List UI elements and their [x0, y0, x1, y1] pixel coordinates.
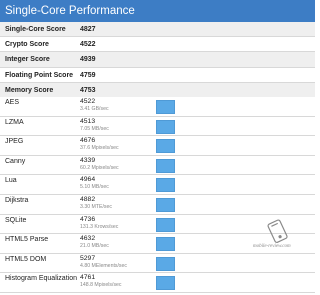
test-row-lzma: LZMA 4513 7.05 MB/sec: [0, 116, 315, 137]
score-bar: [156, 197, 175, 212]
summary-row-crypto: Crypto Score 4522: [0, 37, 315, 53]
summary-row-integer: Integer Score 4939: [0, 52, 315, 68]
section-title: Single-Core Performance: [5, 5, 135, 17]
summary-label: Crypto Score: [5, 41, 49, 49]
test-detail: 4.80 MElements/sec: [80, 262, 127, 269]
test-name: SQLite: [5, 216, 27, 224]
summary-value: 4522: [80, 41, 96, 49]
summary-table: Single-Core Score 4827 Crypto Score 4522…: [0, 22, 315, 98]
test-row-dijkstra: Dijkstra 4882 3.30 MTE/sec: [0, 194, 315, 215]
test-score: 4522: [80, 98, 96, 105]
test-row-aes: AES 4522 3.41 GB/sec: [0, 97, 315, 117]
test-name: JPEG: [5, 138, 24, 146]
test-detail: 7.05 MB/sec: [80, 125, 109, 132]
score-bar: [156, 100, 175, 114]
test-score: 4339: [80, 156, 96, 164]
test-row-histogram-equalization: Histogram Equalization 4761 148.8 Mpixel…: [0, 273, 315, 293]
test-name: Lua: [5, 177, 17, 185]
watermark-text: mobile-review.com: [253, 244, 291, 249]
summary-label: Floating Point Score: [5, 71, 74, 79]
test-detail: 3.30 MTE/sec: [80, 203, 113, 210]
test-name: Dijkstra: [5, 196, 29, 204]
score-bar: [156, 119, 175, 134]
test-score: 4632: [80, 235, 96, 243]
test-row-lua: Lua 4964 5.10 MB/sec: [0, 175, 315, 195]
benchmark-tests-table: AES 4522 3.41 GB/sec LZMA 4513 7.05 MB/s…: [0, 97, 315, 293]
score-bar: [156, 158, 175, 173]
summary-value: 4759: [80, 71, 96, 79]
score-bar: [156, 237, 175, 252]
test-name: Canny: [5, 157, 26, 165]
test-score: 4513: [80, 117, 96, 125]
summary-label: Single-Core Score: [5, 26, 66, 33]
summary-row-floating-point: Floating Point Score 4759: [0, 68, 315, 83]
summary-value: 4753: [80, 86, 96, 94]
test-score: 4676: [80, 137, 96, 145]
summary-value: 4827: [80, 26, 96, 33]
test-name: HTML5 Parse: [5, 236, 49, 244]
test-detail: 5.10 MB/sec: [80, 184, 109, 191]
test-detail: 60.2 Mpixels/sec: [80, 164, 119, 171]
watermark: mobile-review.com: [253, 218, 305, 258]
summary-label: Memory Score: [5, 86, 54, 94]
summary-value: 4939: [80, 56, 96, 64]
summary-label: Integer Score: [5, 56, 50, 64]
score-bar: [156, 217, 175, 232]
test-score: 4882: [80, 195, 96, 203]
score-bar: [156, 139, 175, 154]
test-detail: 131.3 Krows/sec: [80, 223, 119, 230]
test-row-jpeg: JPEG 4676 37.6 Mpixels/sec: [0, 136, 315, 156]
summary-row-single-core: Single-Core Score 4827: [0, 22, 315, 38]
test-name: Histogram Equalization: [5, 275, 77, 283]
test-detail: 21.0 MB/sec: [80, 243, 109, 250]
test-score: 4964: [80, 176, 96, 184]
test-score: 4736: [80, 215, 96, 223]
test-detail: 3.41 GB/sec: [80, 106, 109, 112]
test-score: 5297: [80, 254, 96, 262]
phone-logo-icon: [267, 219, 288, 243]
test-row-canny: Canny 4339 60.2 Mpixels/sec: [0, 155, 315, 176]
test-name: HTML5 DOM: [5, 255, 47, 263]
score-bar: [156, 256, 175, 271]
summary-row-memory: Memory Score 4753: [0, 82, 315, 98]
test-score: 4761: [80, 274, 96, 282]
test-detail: 148.8 Mpixels/sec: [80, 282, 122, 289]
test-name: LZMA: [5, 118, 24, 126]
test-name: AES: [5, 99, 20, 106]
test-detail: 37.6 Mpixels/sec: [80, 145, 119, 152]
section-header: Single-Core Performance: [0, 0, 315, 22]
score-bar: [156, 276, 175, 291]
score-bar: [156, 178, 175, 193]
